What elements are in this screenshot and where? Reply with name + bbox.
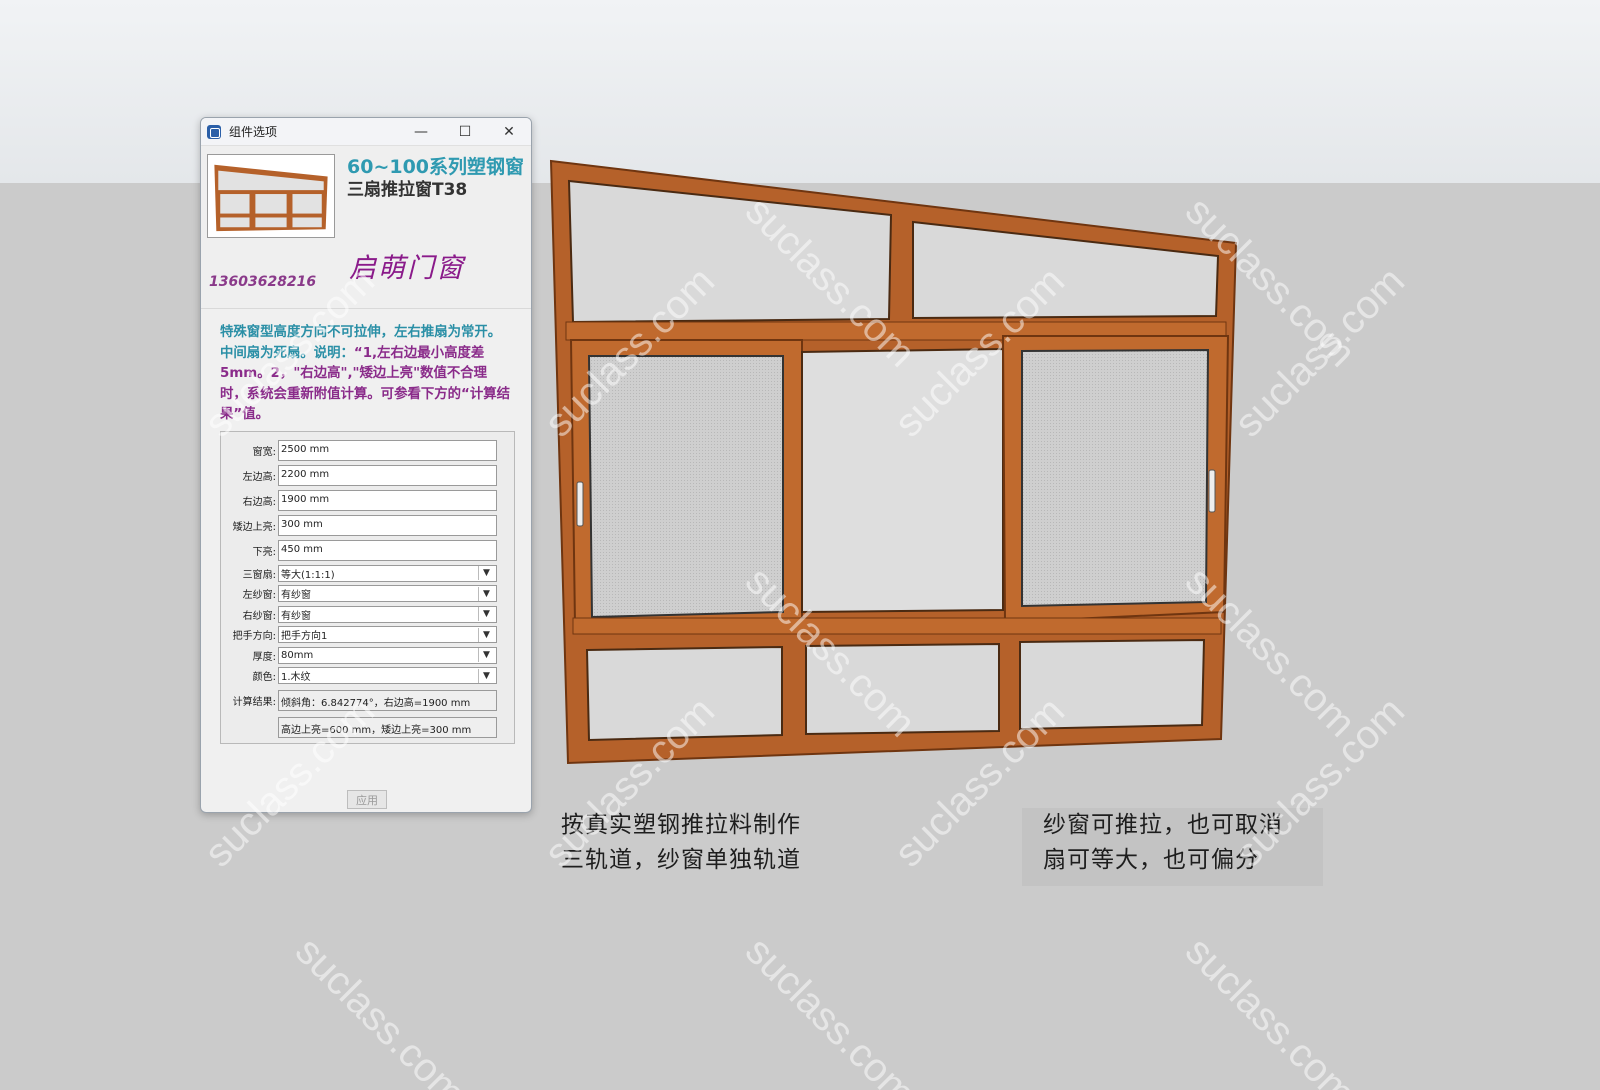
contact-phone: 13603628216	[209, 274, 317, 290]
select-row-left-screen: 左纱窗: 有纱窗 ▼	[221, 584, 514, 605]
dialog-title: 组件选项	[229, 125, 278, 139]
lower-right-pane	[1019, 638, 1206, 731]
lower-middle-pane	[805, 642, 1000, 736]
sketchup-app-icon	[207, 124, 221, 139]
brand-name: 启萌门窗	[349, 253, 465, 284]
left-height-input[interactable]: 2200 mm	[278, 465, 497, 486]
select-value: 等大(1:1:1)	[281, 569, 335, 581]
sash-ratio-select[interactable]: 等大(1:1:1) ▼	[278, 564, 497, 582]
chevron-down-icon[interactable]: ▼	[478, 648, 494, 663]
right-screen-mesh	[1021, 348, 1210, 608]
select-row-color: 颜色: 1.木纹 ▼	[221, 666, 514, 687]
component-description: 特殊窗型高度方向不可拉伸，左右推扇为常开。中间扇为死扇。说明：“1,左右边最小高…	[201, 309, 531, 431]
window-width-input[interactable]: 2500 mm	[278, 440, 497, 461]
component-options-dialog: 组件选项 — ☐ ✕ 60~100系列塑钢窗 三扇推拉窗T38 启萌门窗 136…	[200, 117, 532, 813]
field-label: 下亮:	[252, 547, 276, 558]
field-label: 左纱窗:	[242, 590, 276, 602]
parameter-form: 窗宽: 2500 mm 左边高: 2200 mm 右边高: 1900 mm 矮边…	[220, 431, 515, 744]
select-value: 把手方向1	[281, 631, 328, 643]
field-label: 右边高:	[242, 497, 276, 508]
window-model	[549, 159, 1238, 765]
left-screen-mesh	[587, 355, 784, 619]
left-screen-select[interactable]: 有纱窗 ▼	[278, 585, 497, 603]
lower-light-input[interactable]: 450 mm	[278, 540, 497, 561]
select-value: 1.木纹	[281, 672, 311, 684]
field-label: 三窗扇:	[242, 569, 276, 581]
caption-right: 纱窗可推拉，也可取消 扇可等大，也可偏分	[1022, 808, 1323, 886]
left-handle	[576, 481, 584, 527]
minimize-button[interactable]: —	[399, 118, 443, 146]
field-label: 窗宽:	[252, 447, 276, 458]
field-label: 左边高:	[242, 472, 276, 483]
result-line-angle: 倾斜角：6.842774°，右边高=1900 mm	[278, 690, 497, 711]
select-row-sash-ratio: 三窗扇: 等大(1:1:1) ▼	[221, 563, 514, 584]
maximize-button[interactable]: ☐	[443, 118, 487, 146]
component-header: 60~100系列塑钢窗 三扇推拉窗T38 启萌门窗 13603628216	[201, 146, 531, 309]
apply-button[interactable]: 应用	[347, 790, 387, 809]
color-select[interactable]: 1.木纹 ▼	[278, 667, 497, 685]
result-label: 计算结果:	[232, 697, 276, 708]
handle-direction-select[interactable]: 把手方向1 ▼	[278, 626, 497, 644]
field-label: 右纱窗:	[242, 610, 276, 622]
select-row-thickness: 厚度: 80mm ▼	[221, 645, 514, 666]
result-row-2: 高边上亮=600 mm，矮边上亮=300 mm	[221, 715, 514, 740]
thickness-select[interactable]: 80mm ▼	[278, 646, 497, 664]
short-side-transom-input[interactable]: 300 mm	[278, 515, 497, 536]
middle-fixed-pane	[801, 347, 1004, 614]
field-row-lower-light: 下亮: 450 mm	[221, 538, 514, 563]
caption-right-line1: 纱窗可推拉，也可取消	[1043, 812, 1283, 838]
chevron-down-icon[interactable]: ▼	[478, 586, 494, 601]
lower-left-pane	[585, 645, 783, 742]
dialog-titlebar[interactable]: 组件选项 — ☐ ✕	[201, 118, 531, 146]
window-thumbnail	[207, 154, 335, 238]
field-label: 把手方向:	[232, 631, 276, 643]
caption-right-line2: 扇可等大，也可偏分	[1043, 847, 1259, 873]
close-button[interactable]: ✕	[487, 118, 531, 146]
field-row-right-height: 右边高: 1900 mm	[221, 488, 514, 513]
select-row-handle: 把手方向: 把手方向1 ▼	[221, 625, 514, 646]
field-label: 矮边上亮:	[232, 522, 276, 533]
right-height-input[interactable]: 1900 mm	[278, 490, 497, 511]
chevron-down-icon[interactable]: ▼	[478, 566, 494, 581]
right-screen-select[interactable]: 有纱窗 ▼	[278, 605, 497, 623]
select-value: 80mm	[281, 649, 314, 661]
select-value: 有纱窗	[281, 590, 311, 602]
caption-left-line2: 三轨道，纱窗单独轨道	[561, 847, 801, 873]
right-handle	[1208, 469, 1216, 513]
chevron-down-icon[interactable]: ▼	[478, 627, 494, 642]
select-value: 有纱窗	[281, 610, 311, 622]
field-row-width: 窗宽: 2500 mm	[221, 438, 514, 463]
field-row-short-transom: 矮边上亮: 300 mm	[221, 513, 514, 538]
caption-left-line1: 按真实塑钢推拉料制作	[561, 812, 801, 838]
field-row-left-height: 左边高: 2200 mm	[221, 463, 514, 488]
chevron-down-icon[interactable]: ▼	[478, 607, 494, 622]
field-label: 颜色:	[252, 672, 276, 684]
product-model-title: 三扇推拉窗T38	[347, 180, 468, 200]
caption-left: 按真实塑钢推拉料制作 三轨道，纱窗单独轨道	[561, 808, 801, 878]
result-row-1: 计算结果: 倾斜角：6.842774°，右边高=1900 mm	[221, 688, 514, 713]
result-line-transom: 高边上亮=600 mm，矮边上亮=300 mm	[278, 717, 497, 738]
select-row-right-screen: 右纱窗: 有纱窗 ▼	[221, 604, 514, 625]
field-label: 厚度:	[252, 651, 276, 663]
chevron-down-icon[interactable]: ▼	[478, 668, 494, 683]
